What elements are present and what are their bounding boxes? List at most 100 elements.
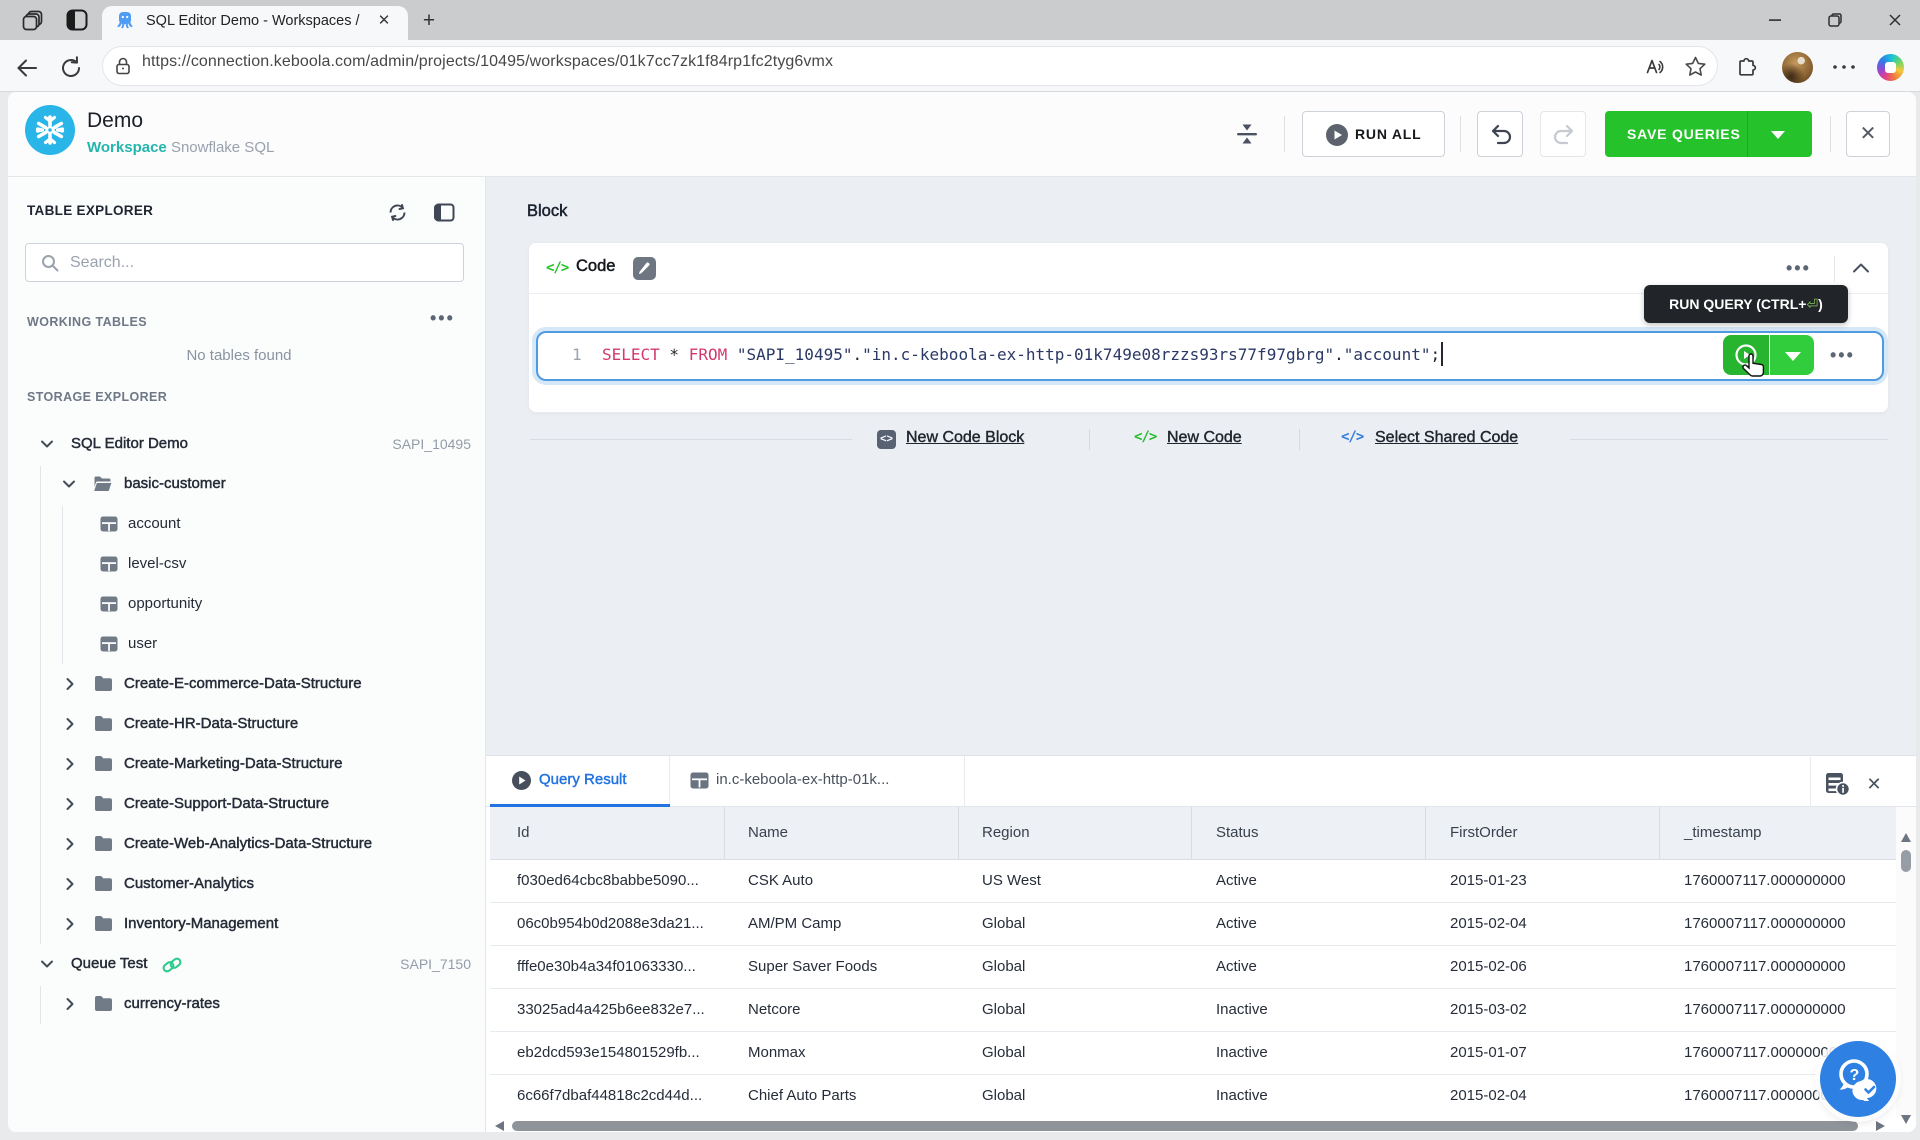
tree-item-label[interactable]: Queue Test (71, 955, 147, 972)
code-block-menu-icon[interactable]: ••• (1786, 258, 1811, 279)
select-shared-code-link[interactable]: Select Shared Code (1375, 429, 1518, 447)
tree-item-label[interactable]: basic-customer (124, 475, 226, 492)
tree-item-table[interactable]: user (8, 624, 486, 664)
scroll-down-icon[interactable] (1901, 1115, 1911, 1124)
help-chat-button[interactable]: ? (1820, 1041, 1896, 1117)
sql-code-line[interactable]: SELECT * FROM "SAPI_10495"."in.c-keboola… (602, 345, 1440, 364)
chevron-right-icon[interactable] (63, 916, 77, 932)
horizontal-scrollbar-thumb[interactable] (512, 1121, 1858, 1131)
tree-item-label[interactable]: Inventory-Management (124, 915, 278, 932)
tree-item-label[interactable]: Create-Marketing-Data-Structure (124, 755, 342, 772)
redo-button[interactable] (1540, 111, 1586, 157)
back-icon[interactable] (14, 55, 40, 81)
sidebar-panel-toggle-icon[interactable] (434, 202, 455, 223)
table-info-icon[interactable] (1824, 771, 1850, 797)
chevron-down-icon[interactable] (39, 957, 55, 971)
collapse-block-chevron-icon[interactable] (1851, 261, 1871, 275)
window-restore-button[interactable] (1827, 12, 1843, 28)
edit-code-name-button[interactable] (633, 257, 656, 280)
tree-item-folder[interactable]: basic-customer (8, 464, 486, 504)
table-row[interactable]: fffe0e30b4a34f01063330... Super Saver Fo… (490, 946, 1896, 989)
search-input[interactable] (70, 244, 450, 281)
browser-menu-icon[interactable] (1831, 62, 1857, 72)
scroll-left-icon[interactable] (495, 1121, 504, 1131)
results-close-icon[interactable]: ✕ (1862, 772, 1886, 796)
sidebar-search[interactable] (25, 243, 464, 282)
window-close-button[interactable] (1887, 12, 1903, 28)
tree-item-table[interactable]: account (8, 504, 486, 544)
chevron-right-icon[interactable] (63, 996, 77, 1012)
table-row[interactable]: eb2dcd593e154801529fb... Monmax Global I… (490, 1032, 1896, 1075)
new-code-block-link[interactable]: New Code Block (906, 429, 1024, 447)
tree-item-folder[interactable]: Create-Support-Data-Structure (8, 784, 486, 824)
collapse-blocks-icon[interactable] (1234, 120, 1260, 148)
scroll-up-icon[interactable] (1901, 833, 1911, 842)
chevron-down-icon[interactable] (39, 437, 55, 451)
new-code-link[interactable]: New Code (1167, 429, 1242, 447)
tree-item-label[interactable]: user (128, 635, 157, 652)
chevron-right-icon[interactable] (63, 716, 77, 732)
profile-avatar[interactable] (1782, 52, 1813, 83)
chevron-right-icon[interactable] (63, 836, 77, 852)
chevron-right-icon[interactable] (63, 876, 77, 892)
window-minimize-button[interactable] (1767, 12, 1783, 28)
vertical-scrollbar-thumb[interactable] (1901, 850, 1911, 872)
tree-item-label[interactable]: Create-E-commerce-Data-Structure (124, 675, 362, 692)
copilot-icon[interactable] (1877, 54, 1904, 81)
new-tab-button[interactable]: + (418, 10, 440, 32)
tree-item-label[interactable]: Create-Web-Analytics-Data-Structure (124, 835, 372, 852)
tree-item-folder[interactable]: Create-HR-Data-Structure (8, 704, 486, 744)
lock-icon[interactable] (113, 56, 133, 76)
tree-item-folder[interactable]: Create-Marketing-Data-Structure (8, 744, 486, 784)
vertical-tabs-icon[interactable] (66, 9, 88, 31)
table-row[interactable]: 33025ad4a425b6ee832e7... Netcore Global … (490, 989, 1896, 1032)
save-queries-caret-icon[interactable] (1771, 131, 1785, 139)
tree-item-table[interactable]: level-csv (8, 544, 486, 584)
column-header[interactable]: _timestamp (1684, 824, 1762, 841)
tree-item-label[interactable]: Customer-Analytics (124, 875, 254, 892)
tree-item-label[interactable]: level-csv (128, 555, 186, 572)
refresh-icon[interactable] (58, 55, 84, 81)
url-text[interactable]: https://connection.keboola.com/admin/pro… (142, 53, 833, 71)
save-queries-button[interactable]: SAVE QUERIES (1605, 111, 1812, 157)
table-row[interactable]: 06c0b954b0d2088e3da21... AM/PM Camp Glob… (490, 903, 1896, 946)
tree-item-folder[interactable]: Create-Web-Analytics-Data-Structure (8, 824, 486, 864)
favorites-star-icon[interactable] (1684, 55, 1707, 78)
extensions-icon[interactable] (1737, 56, 1759, 78)
column-header[interactable]: FirstOrder (1450, 824, 1518, 841)
tree-item-folder[interactable]: currency-rates (8, 984, 486, 1024)
tab-table-result[interactable]: in.c-keboola-ex-http-01k... (670, 756, 965, 806)
column-header[interactable]: Region (982, 824, 1030, 841)
tree-item-project[interactable]: SQL Editor Demo SAPI_10495 (8, 424, 486, 464)
undo-button[interactable] (1477, 111, 1523, 157)
run-query-dropdown-button[interactable] (1770, 335, 1814, 375)
scroll-right-icon[interactable] (1876, 1121, 1885, 1131)
tree-item-label[interactable]: SQL Editor Demo (71, 435, 188, 452)
tree-item-folder[interactable]: Create-E-commerce-Data-Structure (8, 664, 486, 704)
sidebar-refresh-icon[interactable] (387, 202, 408, 223)
tab-close-icon[interactable]: ✕ (374, 11, 394, 31)
tree-item-label[interactable]: Create-Support-Data-Structure (124, 795, 329, 812)
column-header[interactable]: Status (1216, 824, 1259, 841)
tab-workspaces-icon[interactable] (22, 9, 44, 31)
working-tables-menu-icon[interactable]: ••• (430, 308, 455, 329)
workspace-close-button[interactable]: ✕ (1846, 111, 1890, 157)
tree-item-project[interactable]: Queue Test SAPI_7150 (8, 944, 486, 984)
query-menu-icon[interactable]: ••• (1830, 345, 1855, 366)
tab-query-result[interactable]: Query Result (490, 756, 670, 806)
tree-item-folder[interactable]: Customer-Analytics (8, 864, 486, 904)
tree-item-folder[interactable]: Inventory-Management (8, 904, 486, 944)
chevron-right-icon[interactable] (63, 676, 77, 692)
chevron-down-icon[interactable] (61, 477, 77, 491)
read-aloud-icon[interactable] (1645, 56, 1667, 78)
run-all-button[interactable]: RUN ALL (1302, 111, 1445, 157)
tree-item-table[interactable]: opportunity (8, 584, 486, 624)
chevron-right-icon[interactable] (63, 796, 77, 812)
column-header[interactable]: Name (748, 824, 788, 841)
tree-item-label[interactable]: account (128, 515, 181, 532)
table-row[interactable]: 6c66f7dbaf44818c2cd44d... Chief Auto Par… (490, 1075, 1896, 1117)
column-header[interactable]: Id (517, 824, 530, 841)
table-row[interactable]: f030ed64cbc8babbe5090... CSK Auto US Wes… (490, 860, 1896, 903)
tree-item-label[interactable]: Create-HR-Data-Structure (124, 715, 298, 732)
tree-item-label[interactable]: currency-rates (124, 995, 220, 1012)
